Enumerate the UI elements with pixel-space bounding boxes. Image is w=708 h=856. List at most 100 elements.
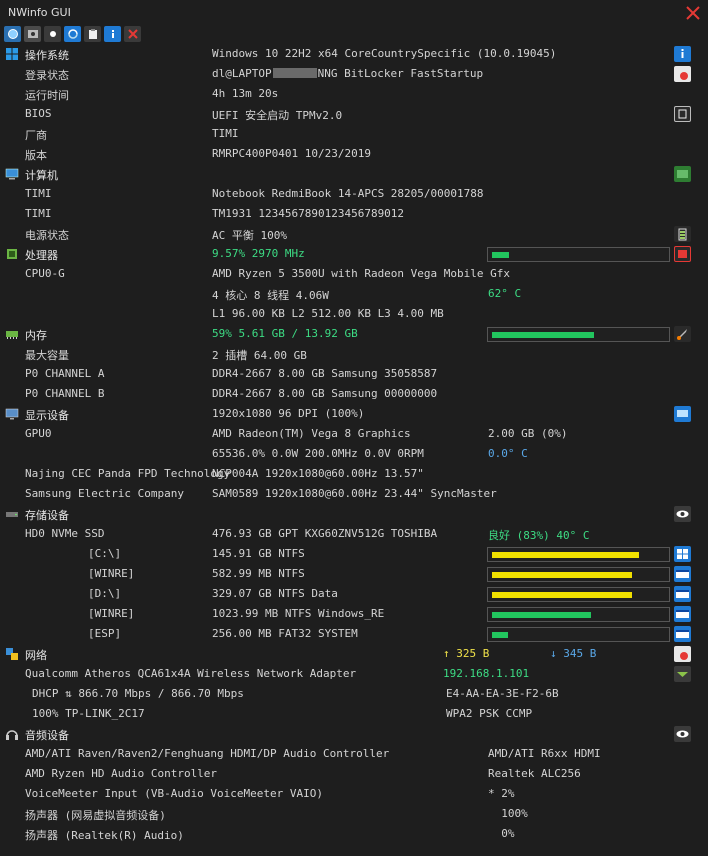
partition-icon[interactable] [674,606,691,622]
bios-chip-icon[interactable] [674,106,691,122]
memory-ch-a-value: DDR4-2667 8.00 GB Samsung 35058587 [212,367,438,380]
volume-info: 256.00 MB FAT32 SYSTEM [212,627,358,640]
power-row: 电源状态 AC 平衡 100% [0,224,708,244]
bios-value: UEFI 安全启动 TPMv2.0 [212,109,343,122]
volume-info: 582.99 MB NTFS [212,567,305,580]
wifi-icon[interactable] [674,666,691,682]
computer-row2-label: TIMI [25,207,52,220]
computer-row2-value: TM1931 1234567890123456789012 [212,207,405,220]
audio-eye-icon[interactable] [674,726,691,742]
record-icon[interactable] [44,26,61,42]
monitor1-row: Najing CEC Panda FPD Technology NCP004A … [0,464,708,484]
volume-row: [WINRE] 582.99 MB NTFS [0,564,708,584]
screenshot-icon[interactable] [24,26,41,42]
info-icon[interactable] [104,26,121,42]
display-settings-icon[interactable] [674,406,691,422]
ip-address: 192.168.1.101 [443,667,530,680]
network-upload: ↑ 325 B [443,647,490,660]
audio-device-row: AMD/ATI Raven/Raven2/Fenghuang HDMI/DP A… [0,744,708,764]
volume-row: [C:\] 145.91 GB NTFS [0,544,708,564]
volume-usage-bar [487,587,670,602]
volume-row: [WINRE] 1023.99 MB NTFS Windows_RE [0,604,708,624]
uptime-row: 运行时间 4h 13m 20s [0,84,708,104]
rocket-icon[interactable] [674,326,691,342]
network-label: 网络 [25,649,47,662]
os-info-icon[interactable] [674,46,691,62]
close-window-icon[interactable] [684,4,702,22]
cpu-cache: L1 96.00 KB L2 512.00 KB L3 4.00 MB [212,307,444,320]
volume-usage-fill [492,572,633,578]
monitor1-label: Najing CEC Panda FPD Technology [25,467,231,480]
memory-label: 内存 [25,329,47,342]
vendor-label: 厂商 [25,129,47,142]
windows-drive-icon[interactable] [674,546,691,562]
volume-usage-fill [492,552,640,558]
cpu-usage: 9.57% 2970 MHz [212,247,305,260]
memory-icon [6,331,18,339]
partition-icon[interactable] [674,626,691,642]
cpu-name-label: CPU0-G [25,267,65,280]
volume-usage-bar [487,547,670,562]
gpu-value: AMD Radeon(TM) Vega 8 Graphics [212,427,411,440]
power-value: AC 平衡 100% [212,229,287,242]
gpu-memory: 2.00 GB (0%) [488,427,568,440]
monitor-icon [5,408,19,420]
volume-usage-bar [487,627,670,642]
disk-health: 良好 (83%) 40° C [488,529,590,542]
audio-device-value: * 2% [488,787,515,800]
network-refresh-icon[interactable] [674,646,691,662]
reload-icon[interactable] [64,26,81,42]
audio-device-name: 扬声器 (网易虚拟音频设备) [25,809,166,822]
battery-icon[interactable] [674,226,691,242]
os-label: 操作系统 [25,49,69,62]
memory-usage-bar [487,327,670,342]
computer-row1-value: Notebook RedmiBook 14-APCS 28205/0000178… [212,187,484,200]
wifi-security: WPA2 PSK CCMP [446,707,533,720]
audio-label: 音频设备 [25,729,69,742]
volume-name: [C:\] [88,547,122,560]
monitor2-row: Samsung Electric Company SAM0589 1920x10… [0,484,708,504]
close-icon[interactable] [124,26,141,42]
volume-info: 145.91 GB NTFS [212,547,305,560]
toolbar [4,26,141,44]
version-label: 版本 [25,149,47,162]
volume-usage-fill [492,592,633,598]
login-value: dl@LAPTOP NNG BitLocker FastStartup [212,67,484,80]
computer-row1-label: TIMI [25,187,52,200]
volume-usage-fill [492,632,508,638]
ssid-label: 100% TP-LINK_2C17 [32,707,145,720]
ssid-row: 100% TP-LINK_2C17 WPA2 PSK CCMP [0,704,708,724]
windows-icon [6,48,18,60]
memory-usage: 59% 5.61 GB / 13.92 GB [212,327,358,340]
volume-usage-bar [487,607,670,622]
memory-max-value: 2 插槽 64.00 GB [212,349,307,362]
partition-icon[interactable] [674,586,691,602]
audio-device-name: VoiceMeeter Input (VB-Audio VoiceMeeter … [25,787,324,800]
volume-name: [WINRE] [88,607,135,620]
storage-eye-icon[interactable] [674,506,691,522]
audio-device-name: AMD/ATI Raven/Raven2/Fenghuang HDMI/DP A… [25,747,390,760]
vendor-value: TIMI [212,127,239,140]
volume-name: [ESP] [88,627,122,640]
adapter-row: Qualcomm Atheros QCA61x4A Wireless Netwo… [0,664,708,684]
audio-device-row: 扬声器 (Realtek(R) Audio) 0% [0,824,708,844]
cpu-cache-row: L1 96.00 KB L2 512.00 KB L3 4.00 MB [0,304,708,324]
version-row: 版本 RMRPC400P0401 10/23/2019 [0,144,708,164]
gpu-stats: 65536.0% 0.0W 200.0MHz 0.0V 0RPM [212,447,424,460]
partition-icon[interactable] [674,566,691,582]
cpu-temp: 62° C [488,287,522,300]
login-icon[interactable] [674,66,691,82]
gpu-row: GPU0 AMD Radeon(TM) Vega 8 Graphics 2.00… [0,424,708,444]
memory-max-label: 最大容量 [25,349,69,362]
motherboard-icon[interactable] [674,166,691,182]
dhcp-label: DHCP ⇅ 866.70 Mbps / 866.70 Mbps [32,687,244,700]
volume-name: [WINRE] [88,567,135,580]
cpu-chip-icon[interactable] [674,246,691,262]
storage-label: 存储设备 [25,509,69,522]
refresh-icon[interactable] [4,26,21,42]
clipboard-icon[interactable] [84,26,101,42]
vendor-row: 厂商 TIMI [0,124,708,144]
login-row: 登录状态 dl@LAPTOP NNG BitLocker FastStartup [0,64,708,84]
redacted-block [272,68,317,78]
os-row: 操作系统 Windows 10 22H2 x64 CoreCountrySpec… [0,44,708,64]
